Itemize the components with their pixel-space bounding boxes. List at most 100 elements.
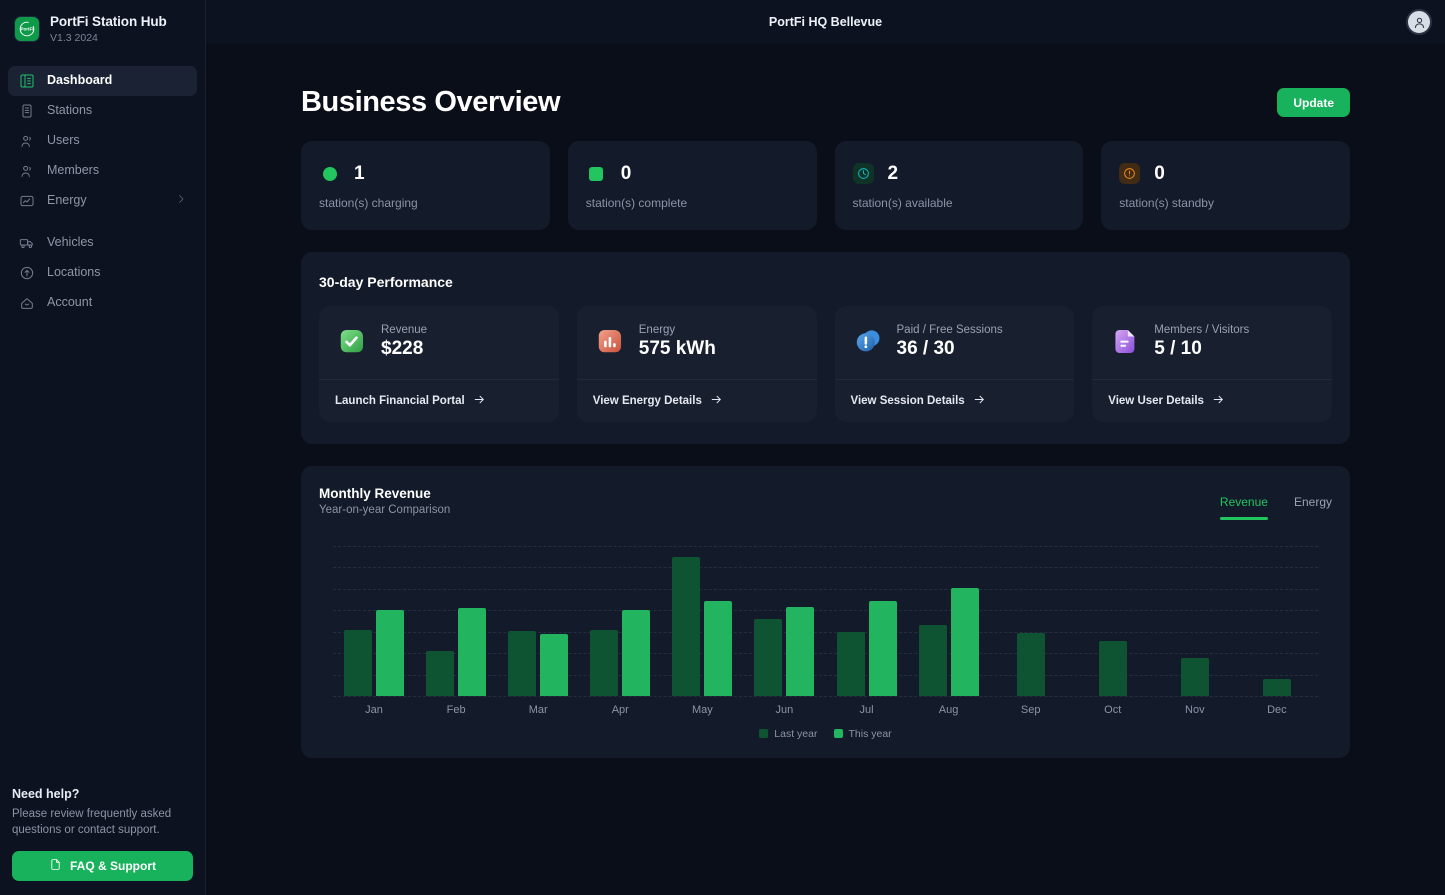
performance-panel: 30-day Performance: [301, 252, 1350, 444]
chart-month-group: [579, 546, 661, 696]
sidebar-item-vehicles[interactable]: Vehicles: [8, 228, 197, 258]
chart-bar: [1017, 633, 1045, 696]
chart-bars: [333, 546, 1318, 696]
perf-value-revenue: $228: [381, 339, 427, 359]
nav-spacer: [8, 216, 197, 228]
launch-financial-portal-link[interactable]: Launch Financial Portal: [319, 379, 559, 422]
stat-card-available: 2 station(s) available: [835, 141, 1084, 230]
brand-version: V1.3 2024: [50, 32, 167, 44]
sidebar-item-locations[interactable]: Locations: [8, 258, 197, 288]
tab-revenue[interactable]: Revenue: [1220, 495, 1268, 520]
view-session-details-link[interactable]: View Session Details: [835, 379, 1075, 422]
perf-card-members: Members / Visitors 5 / 10 View User Deta…: [1092, 306, 1332, 422]
sidebar-label-users: Users: [47, 134, 80, 147]
sidebar-item-stations[interactable]: Stations: [8, 96, 197, 126]
faq-support-button[interactable]: FAQ & Support: [12, 851, 193, 881]
help-body: Please review frequently asked questions…: [12, 806, 193, 839]
truck-icon: [18, 234, 35, 251]
account-icon: [18, 294, 35, 311]
clock-icon: [853, 163, 874, 184]
perf-value-members: 5 / 10: [1154, 339, 1249, 359]
stat-label-standby: station(s) standby: [1119, 196, 1332, 210]
document-icon: [1108, 325, 1141, 358]
dashboard-icon: [18, 72, 35, 89]
performance-title: 30-day Performance: [319, 274, 1332, 290]
chart-month-group: [1154, 546, 1236, 696]
chart-title: Monthly Revenue: [319, 486, 450, 501]
chart-bar: [508, 631, 536, 696]
view-session-details-label: View Session Details: [851, 395, 965, 407]
chart-month-group: [497, 546, 579, 696]
chart-month-group: [990, 546, 1072, 696]
chart-x-label: Sep: [990, 704, 1072, 716]
stat-value-charging: 1: [354, 164, 365, 183]
perf-label-revenue: Revenue: [381, 324, 427, 336]
chart-month-group: [1072, 546, 1154, 696]
alert-icon: [1119, 163, 1140, 184]
help-title: Need help?: [12, 787, 193, 801]
chart-bar: [786, 607, 814, 696]
stat-value-standby: 0: [1154, 164, 1165, 183]
dashboard-content: Business Overview Update 1 station(s) ch…: [206, 44, 1445, 895]
chart-x-label: Mar: [497, 704, 579, 716]
green-dot-icon: [319, 163, 340, 184]
page-title: Business Overview: [301, 86, 560, 119]
update-button[interactable]: Update: [1277, 88, 1350, 117]
arrow-right-icon: [1212, 393, 1225, 409]
chart-x-label: May: [661, 704, 743, 716]
chart-bar: [622, 610, 650, 696]
stat-card-charging: 1 station(s) charging: [301, 141, 550, 230]
launch-financial-portal-label: Launch Financial Portal: [335, 395, 465, 407]
chart-month-group: [743, 546, 825, 696]
gridline: [333, 696, 1318, 697]
brand-title: PortFi Station Hub: [50, 14, 167, 30]
arrow-right-icon: [473, 393, 486, 409]
chart-bar: [1099, 641, 1127, 696]
chart-bar: [704, 601, 732, 696]
sidebar-item-dashboard[interactable]: Dashboard: [8, 66, 197, 96]
sidebar-item-users[interactable]: Users: [8, 126, 197, 156]
chart-bar: [869, 601, 897, 696]
location-icon: [18, 264, 35, 281]
sidebar-label-locations: Locations: [47, 266, 101, 279]
chevron-right-icon: [175, 193, 187, 208]
chart-subtitle: Year-on-year Comparison: [319, 504, 450, 516]
sidebar-label-stations: Stations: [47, 104, 92, 117]
page-header: Business Overview Update: [301, 86, 1350, 119]
chart-bar: [1181, 658, 1209, 696]
chart-bar: [919, 625, 947, 696]
stat-value-complete: 0: [621, 164, 632, 183]
bar-chart-icon: [593, 325, 626, 358]
tab-energy[interactable]: Energy: [1294, 495, 1332, 520]
svg-text:PortFi: PortFi: [21, 26, 34, 31]
chart-bar: [376, 610, 404, 696]
chart-x-label: Dec: [1236, 704, 1318, 716]
chart-bar: [754, 619, 782, 696]
performance-cards-row: Revenue $228 Launch Financial Portal: [319, 306, 1332, 422]
sidebar-item-account[interactable]: Account: [8, 288, 197, 318]
sidebar-item-energy[interactable]: Energy: [8, 186, 197, 216]
chart-bar: [458, 608, 486, 696]
chart-bar: [540, 634, 568, 696]
sidebar-label-members: Members: [47, 164, 99, 177]
sidebar-item-members[interactable]: Members: [8, 156, 197, 186]
users-icon: [18, 132, 35, 149]
chart-month-group: [661, 546, 743, 696]
user-avatar[interactable]: [1406, 9, 1432, 35]
chart-bar: [837, 632, 865, 696]
chart-month-group: [908, 546, 990, 696]
perf-card-sessions: Paid / Free Sessions 36 / 30 View Sessio…: [835, 306, 1075, 422]
station-icon: [18, 102, 35, 119]
chart-month-group: [1236, 546, 1318, 696]
topbar-title: PortFi HQ Bellevue: [769, 15, 882, 29]
legend-item-last-year: Last year: [759, 728, 817, 740]
view-energy-details-link[interactable]: View Energy Details: [577, 379, 817, 422]
view-user-details-link[interactable]: View User Details: [1092, 379, 1332, 422]
chart-x-label: Jul: [825, 704, 907, 716]
perf-card-revenue: Revenue $228 Launch Financial Portal: [319, 306, 559, 422]
chart-x-label: Oct: [1072, 704, 1154, 716]
arrow-right-icon: [710, 393, 723, 409]
chart-month-group: [415, 546, 497, 696]
legend-label-last-year: Last year: [774, 728, 817, 740]
stat-value-available: 2: [888, 164, 899, 183]
